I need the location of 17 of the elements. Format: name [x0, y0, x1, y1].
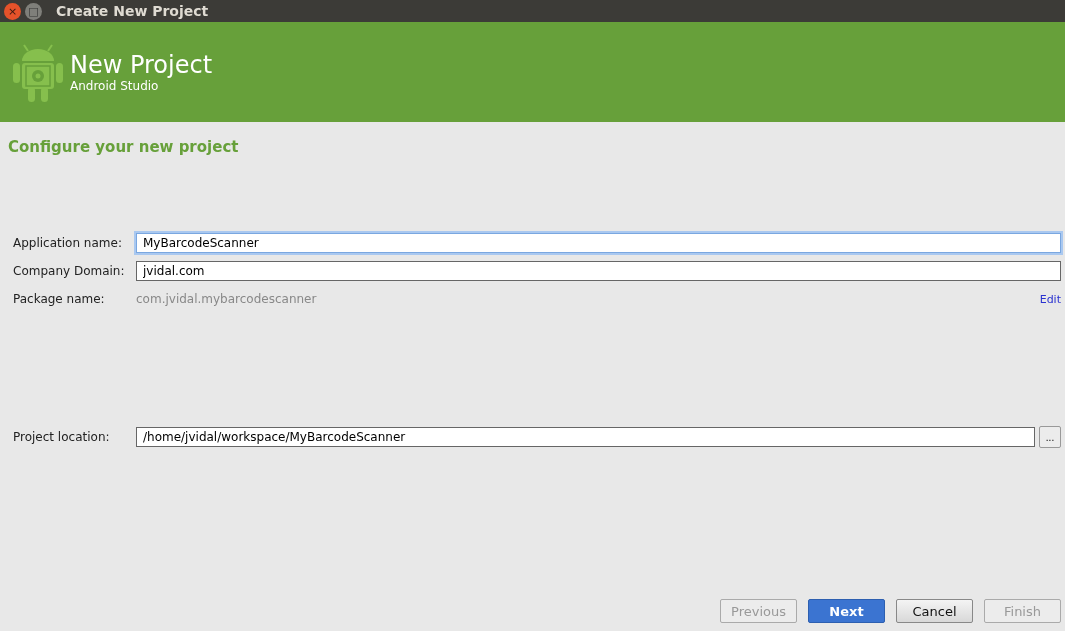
- field-label: Package name:: [13, 292, 106, 306]
- package-name-value: com.jvidal.mybarcodescanner: [136, 292, 318, 306]
- section-title: Configure your new project: [8, 138, 240, 156]
- edit-link[interactable]: Edit: [1039, 292, 1061, 306]
- header-title: New Project: [70, 51, 213, 79]
- browse-button[interactable]: ...: [1039, 426, 1061, 448]
- field-label: Project location:: [13, 430, 111, 444]
- input-field[interactable]: /home/jvidal/workspace/MyBarcodeScanner: [136, 427, 1035, 447]
- dialog-button[interactable]: Next: [808, 599, 885, 623]
- window-title: Create New Project: [56, 3, 209, 19]
- field-label: Company Domain:: [13, 264, 126, 278]
- close-button[interactable]: ×: [4, 2, 21, 20]
- input-field[interactable]: MyBarcodeScanner: [136, 233, 1061, 253]
- field-label: Application name:: [13, 236, 123, 250]
- header-subtitle: Android Studio: [70, 79, 160, 93]
- input-field[interactable]: jvidal.com: [136, 261, 1061, 281]
- dialog-button[interactable]: Cancel: [896, 599, 973, 623]
